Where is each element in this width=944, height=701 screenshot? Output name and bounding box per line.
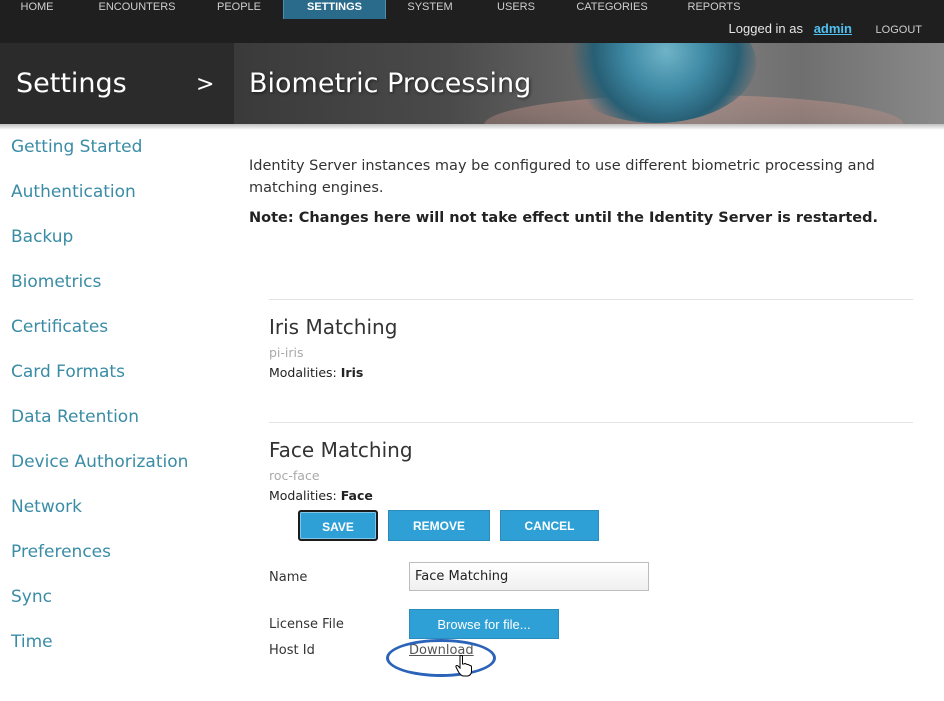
top-nav: HOME ENCOUNTERS PEOPLE SETTINGS SYSTEM U… [0,0,944,43]
sidebar-item-time[interactable]: Time [11,632,53,652]
highlight-ring [386,639,496,677]
nav-categories[interactable]: CATEGORIES [570,0,654,19]
intro-text: Identity Server instances may be configu… [249,158,875,196]
header-shadow [0,124,944,130]
sidebar-item-biometrics[interactable]: Biometrics [11,272,101,292]
sidebar-item-backup[interactable]: Backup [11,227,73,247]
sidebar-item-card-formats[interactable]: Card Formats [11,362,125,382]
engine-id-face: roc-face [269,468,320,483]
hand-cursor-icon [455,655,472,677]
engine-modalities-face: Modalities: Face [269,488,373,503]
section-title: Settings [16,68,127,99]
modalities-value: Face [340,488,373,503]
nav-reports[interactable]: REPORTS [682,0,746,19]
remove-button[interactable]: REMOVE [388,510,490,541]
name-input[interactable]: Face Matching [409,562,649,591]
logout-link[interactable]: LOGOUT [876,24,922,36]
sidebar-item-device-authorization[interactable]: Device Authorization [11,452,188,472]
nav-settings[interactable]: SETTINGS [283,0,386,19]
engine-id-iris: pi-iris [269,345,304,360]
restart-note: Note: Changes here will not take effect … [249,210,878,226]
sidebar-item-getting-started[interactable]: Getting Started [11,137,142,157]
nav-people[interactable]: PEOPLE [210,0,268,19]
user-link[interactable]: admin [814,21,852,36]
browse-file-button[interactable]: Browse for file... [409,609,559,639]
nav-home[interactable]: HOME [6,0,68,19]
save-button[interactable]: SAVE [298,510,378,541]
logged-in-label: Logged in as [728,21,803,36]
license-file-label: License File [269,617,344,632]
chevron-right-icon: > [196,72,215,97]
cancel-button[interactable]: CANCEL [500,510,599,541]
sidebar-item-data-retention[interactable]: Data Retention [11,407,139,427]
divider [269,422,913,423]
modalities-value: Iris [340,365,364,380]
modalities-label: Modalities: [269,488,337,503]
nav-users[interactable]: USERS [490,0,542,19]
nav-system[interactable]: SYSTEM [400,0,460,19]
page-title: Biometric Processing [249,68,532,99]
sidebar-item-authentication[interactable]: Authentication [11,182,136,202]
engine-title-face: Face Matching [269,438,413,462]
sidebar-item-certificates[interactable]: Certificates [11,317,108,337]
sidebar-item-sync[interactable]: Sync [11,587,52,607]
engine-modalities-iris: Modalities: Iris [269,365,363,380]
name-label: Name [269,570,308,585]
sidebar-item-network[interactable]: Network [11,497,82,517]
divider [269,299,913,300]
modalities-label: Modalities: [269,365,337,380]
engine-title-iris: Iris Matching [269,315,398,339]
sidebar-item-preferences[interactable]: Preferences [11,542,111,562]
login-status: Logged in as admin LOGOUT [0,21,944,41]
host-id-label: Host Id [269,643,315,658]
nav-encounters[interactable]: ENCOUNTERS [92,0,182,19]
